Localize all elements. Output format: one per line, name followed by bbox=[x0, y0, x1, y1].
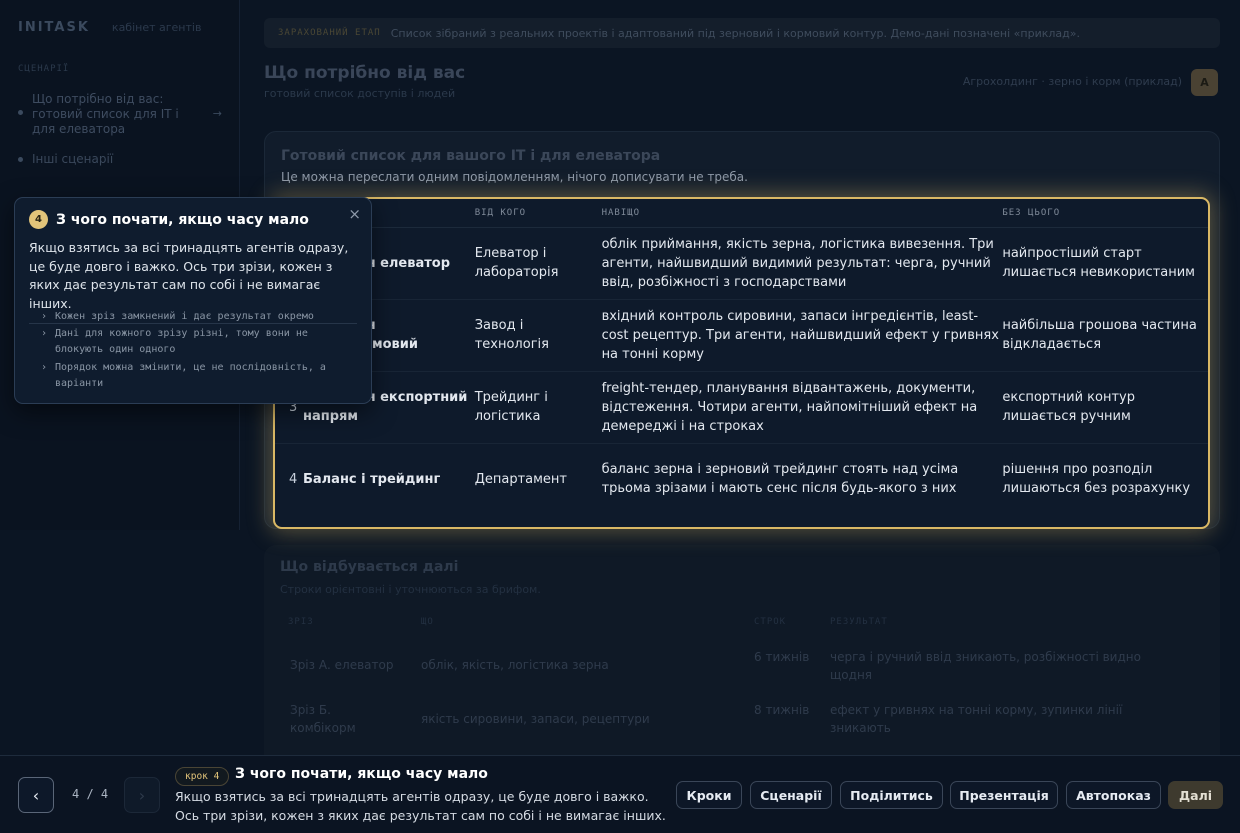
popover-body: Якщо взятись за всі тринадцять агентів о… bbox=[29, 240, 349, 311]
row-from: Елеватор і лабораторія bbox=[474, 227, 602, 300]
logo-subtitle: кабінет агентів bbox=[111, 21, 202, 34]
page-subtitle: готовий список доступів і людей bbox=[264, 87, 456, 100]
banner-text: Список зібраний з реальних проектів і ад… bbox=[390, 26, 1080, 40]
list-item: Дані для кожного зрізу різні, тому вони … bbox=[41, 326, 361, 358]
column-header: НАВІЩО bbox=[601, 199, 1003, 228]
list-item: Кожен зріз замкнений і дає результат окр… bbox=[41, 309, 361, 325]
row-number: 4 bbox=[289, 471, 298, 487]
table-cell: Зріз А. елеватор bbox=[290, 658, 394, 672]
column-header: ВІД КОГО bbox=[474, 199, 602, 228]
previous-step-button[interactable]: ‹ bbox=[18, 777, 54, 813]
bullet-icon bbox=[18, 110, 23, 115]
steps-button[interactable]: Кроки bbox=[676, 781, 742, 809]
card-title: Готовий список для вашого IT і для елева… bbox=[281, 148, 661, 164]
row-from: Департамент bbox=[474, 471, 568, 487]
column-header: РЕЗУЛЬТАТ bbox=[830, 617, 888, 627]
column-header: ЩО bbox=[421, 617, 434, 627]
row-why: freight-тендер, планування відвантажень,… bbox=[601, 371, 1003, 444]
autoplay-button[interactable]: Автопоказ bbox=[1066, 781, 1161, 809]
table-row: 3 Зріз один експортний напрям Трейдинг і… bbox=[275, 371, 1208, 444]
bullet-icon bbox=[18, 157, 23, 162]
row-from: Завод і технологія bbox=[474, 299, 602, 372]
info-banner: ЗАРАХОВАНИЙ ЕТАП Список зібраний з реаль… bbox=[264, 18, 1220, 48]
row-from: Трейдинг і логістика bbox=[474, 371, 602, 444]
sidebar-item-what-needed[interactable]: Що потрібно від вас: готовий список для … bbox=[16, 86, 228, 143]
row-why: вхідний контроль сировини, запаси інгред… bbox=[601, 299, 1003, 372]
table-cell: якість сировини, запаси, рецептури bbox=[421, 712, 650, 726]
row-without: експортний контур лишається ручним bbox=[1002, 371, 1208, 444]
row-why: облік приймання, якість зерна, логістика… bbox=[601, 227, 1003, 300]
column-header: СТРОК bbox=[754, 617, 787, 627]
sidebar-item-label: Інші сценарії bbox=[32, 152, 114, 166]
card-subtitle: Строки орієнтовні і уточнюються за брифо… bbox=[280, 583, 541, 596]
row-without: найпростіший старт лишається невикориста… bbox=[1002, 227, 1208, 300]
row-without: рішення про розподіл лишаються без розра… bbox=[1002, 462, 1191, 497]
avatar[interactable]: А bbox=[1191, 69, 1218, 96]
row-what: Баланс і трейдинг bbox=[302, 471, 441, 487]
highlighted-requirements-table: ПОТРІБНО ВІД КОГО НАВІЩО БЕЗ ЦЬОГО 1 Зрі… bbox=[273, 197, 1210, 529]
tour-bar: ‹ 4 / 4 › крок 4 З чого почати, якщо час… bbox=[0, 755, 1240, 833]
table-row: 4 Баланс і трейдинг Департамент баланс з… bbox=[275, 443, 1208, 515]
sidebar-item-other-scenarios[interactable]: Інші сценарії bbox=[18, 152, 114, 166]
table-row: 1 Зріз один елеватор Елеватор і лаборато… bbox=[275, 227, 1208, 300]
card-subtitle: Це можна переслати одним повідомленням, … bbox=[281, 170, 748, 184]
requirements-table: ПОТРІБНО ВІД КОГО НАВІЩО БЕЗ ЦЬОГО 1 Зрі… bbox=[275, 199, 1208, 515]
step-badge: крок 4 bbox=[175, 767, 230, 786]
sidebar-section-label: СЦЕНАРІЇ bbox=[18, 64, 70, 74]
brand: INITASK кабінет агентів bbox=[18, 20, 201, 35]
table-cell: Зріз Б. комбікорм bbox=[290, 703, 356, 735]
tour-step-title: З чого почати, якщо часу мало bbox=[235, 766, 488, 782]
table-cell: 6 тижнів bbox=[754, 650, 810, 664]
table-cell: ефект у гривнях на тонні корму, зупинки … bbox=[830, 703, 1123, 735]
popover-header: 4 З чого почати, якщо часу мало bbox=[29, 210, 357, 229]
popover-title: З чого почати, якщо часу мало bbox=[56, 211, 309, 228]
step-counter: 4 / 4 bbox=[72, 787, 109, 801]
share-button[interactable]: Поділитись bbox=[840, 781, 943, 809]
card-title: Що відбувається далі bbox=[280, 559, 459, 575]
table-cell: 8 тижнів bbox=[754, 703, 810, 717]
table-row: 2 Зріз один комбікормовий Завод і технол… bbox=[275, 299, 1208, 372]
arrow-right-icon: → bbox=[212, 107, 222, 120]
tour-step-description: Якщо взятись за всі тринадцять агентів о… bbox=[175, 789, 666, 823]
table-cell: облік, якість, логістика зерна bbox=[421, 658, 609, 672]
next-button[interactable]: Далі bbox=[1168, 781, 1223, 809]
row-without: найбільша грошова частина відкладається bbox=[1002, 299, 1208, 372]
tour-popover: 4 З чого почати, якщо часу мало × Якщо в… bbox=[14, 197, 372, 404]
next-steps-card: Що відбувається далі Строки орієнтовні і… bbox=[264, 545, 1220, 775]
sidebar-item-label: Що потрібно від вас: готовий список для … bbox=[32, 92, 179, 136]
breadcrumb[interactable]: Агрохолдинг · зерно і корм (приклад) bbox=[963, 75, 1182, 88]
table-cell: черга і ручний ввід зникають, розбіжност… bbox=[830, 650, 1141, 682]
presentation-button[interactable]: Презентація bbox=[950, 781, 1058, 809]
page-title: Що потрібно від вас bbox=[264, 63, 466, 83]
logo: INITASK bbox=[18, 20, 90, 35]
column-header: БЕЗ ЦЬОГО bbox=[1002, 199, 1208, 228]
table-header-row: ПОТРІБНО ВІД КОГО НАВІЩО БЕЗ ЦЬОГО bbox=[275, 199, 1208, 228]
step-number-badge: 4 bbox=[29, 210, 48, 229]
banner-tag: ЗАРАХОВАНИЙ ЕТАП bbox=[278, 28, 381, 38]
column-header: ЗРІЗ bbox=[288, 617, 314, 627]
close-icon[interactable]: × bbox=[348, 205, 361, 223]
next-step-arrow-button[interactable]: › bbox=[124, 777, 160, 813]
row-why: баланс зерна і зерновий трейдинг стоять … bbox=[601, 462, 959, 497]
list-item: Порядок можна змінити, це не послідовніс… bbox=[41, 360, 361, 392]
scenarios-button[interactable]: Сценарії bbox=[750, 781, 832, 809]
